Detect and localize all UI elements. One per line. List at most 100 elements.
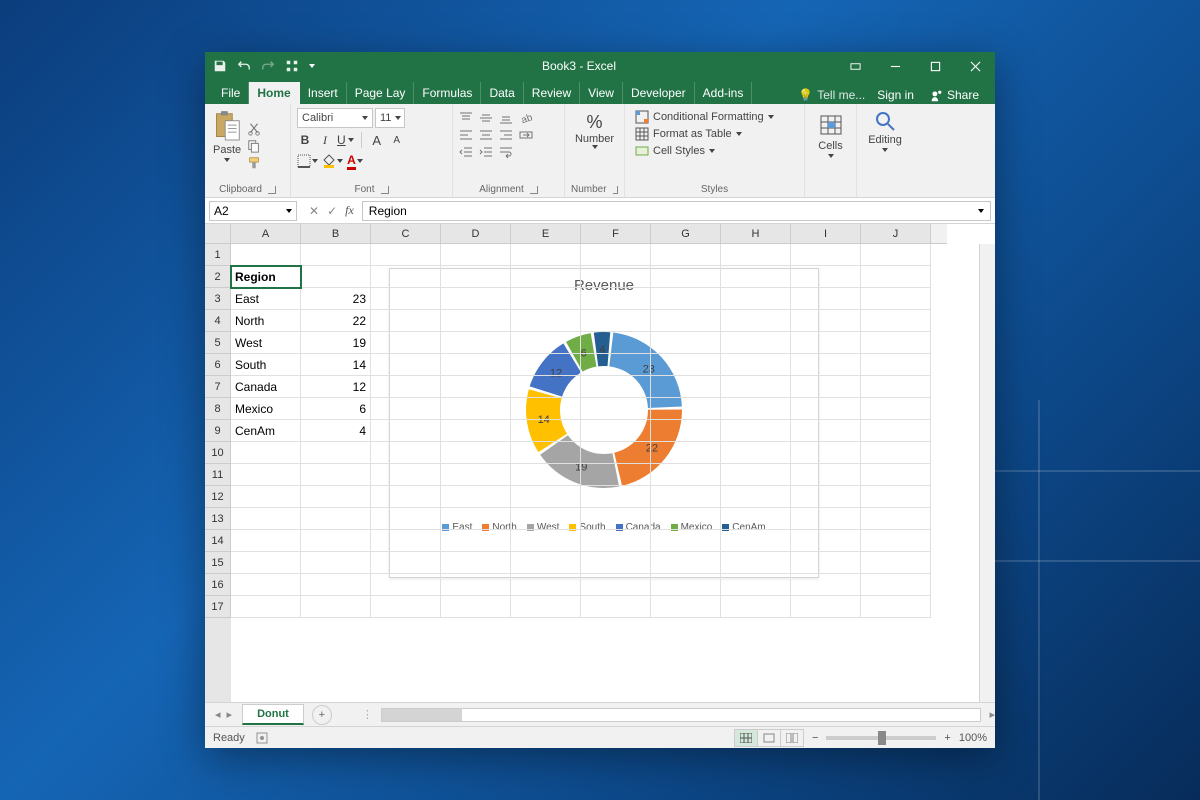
cell[interactable] <box>651 574 721 596</box>
cell[interactable] <box>581 508 651 530</box>
cell[interactable] <box>371 288 441 310</box>
cell[interactable] <box>511 486 581 508</box>
cell[interactable] <box>441 354 511 376</box>
cell[interactable] <box>791 332 861 354</box>
cell[interactable] <box>651 508 721 530</box>
minimize-button[interactable] <box>875 52 915 80</box>
cell[interactable] <box>441 310 511 332</box>
cell[interactable] <box>371 376 441 398</box>
cell[interactable] <box>581 464 651 486</box>
close-button[interactable] <box>955 52 995 80</box>
align-right-icon[interactable] <box>499 128 513 142</box>
tab-view[interactable]: View <box>580 82 623 104</box>
tab-data[interactable]: Data <box>481 82 523 104</box>
tab-file[interactable]: File <box>213 82 249 104</box>
cell[interactable] <box>441 398 511 420</box>
cell[interactable] <box>301 574 371 596</box>
cell[interactable] <box>581 574 651 596</box>
cell[interactable]: Mexico <box>231 398 301 420</box>
cell[interactable] <box>721 266 791 288</box>
cell[interactable] <box>861 552 931 574</box>
column-header[interactable]: F <box>581 224 651 244</box>
cell[interactable] <box>301 530 371 552</box>
cell[interactable] <box>301 442 371 464</box>
column-header[interactable]: G <box>651 224 721 244</box>
row-header[interactable]: 11 <box>205 464 231 486</box>
cell[interactable] <box>791 464 861 486</box>
ribbon-display-options[interactable] <box>835 52 875 80</box>
cell[interactable] <box>581 354 651 376</box>
view-page-break-button[interactable] <box>780 729 804 747</box>
cell[interactable]: South <box>231 354 301 376</box>
redo-icon[interactable] <box>261 59 275 73</box>
cell[interactable] <box>861 442 931 464</box>
cell[interactable] <box>581 596 651 618</box>
cell[interactable] <box>231 552 301 574</box>
font-size-select[interactable]: 11 <box>375 108 405 128</box>
cell[interactable] <box>651 420 721 442</box>
cell[interactable] <box>441 508 511 530</box>
cell[interactable] <box>861 420 931 442</box>
cell[interactable] <box>861 508 931 530</box>
cell[interactable] <box>231 486 301 508</box>
increase-indent-icon[interactable] <box>479 145 493 159</box>
cell[interactable] <box>301 486 371 508</box>
copy-icon[interactable] <box>247 139 261 153</box>
cell[interactable] <box>861 596 931 618</box>
macro-record-icon[interactable] <box>255 731 269 745</box>
cell[interactable]: 4 <box>301 420 371 442</box>
cell[interactable] <box>441 552 511 574</box>
cell[interactable] <box>651 310 721 332</box>
row-header[interactable]: 13 <box>205 508 231 530</box>
format-as-table-button[interactable]: Format as Table <box>635 127 794 141</box>
cell[interactable]: Region <box>231 266 301 288</box>
cell[interactable] <box>441 266 511 288</box>
cell[interactable] <box>721 244 791 266</box>
cell[interactable] <box>721 398 791 420</box>
align-left-icon[interactable] <box>459 128 473 142</box>
bold-button[interactable]: B <box>297 131 313 149</box>
number-launcher-icon[interactable] <box>613 186 618 194</box>
cell[interactable] <box>371 596 441 618</box>
cell[interactable] <box>371 530 441 552</box>
cell[interactable] <box>231 574 301 596</box>
cut-icon[interactable] <box>247 122 261 136</box>
cell[interactable] <box>721 508 791 530</box>
cell[interactable] <box>651 552 721 574</box>
cell[interactable] <box>301 552 371 574</box>
row-header[interactable]: 7 <box>205 376 231 398</box>
cell[interactable] <box>651 354 721 376</box>
cell[interactable] <box>721 486 791 508</box>
column-header[interactable]: D <box>441 224 511 244</box>
cell[interactable] <box>511 464 581 486</box>
cell[interactable] <box>721 442 791 464</box>
enter-formula-icon[interactable]: ✓ <box>327 204 337 218</box>
cell[interactable] <box>511 420 581 442</box>
cell[interactable]: 6 <box>301 398 371 420</box>
maximize-button[interactable] <box>915 52 955 80</box>
cell[interactable] <box>581 310 651 332</box>
alignment-launcher-icon[interactable] <box>530 186 538 194</box>
cell[interactable]: East <box>231 288 301 310</box>
name-box[interactable]: A2 <box>209 201 297 221</box>
cell[interactable] <box>721 464 791 486</box>
cell[interactable] <box>441 596 511 618</box>
formula-input[interactable]: Region <box>362 201 991 221</box>
cell[interactable] <box>651 398 721 420</box>
cell[interactable] <box>581 266 651 288</box>
cell[interactable] <box>791 398 861 420</box>
column-header[interactable]: H <box>721 224 791 244</box>
cell[interactable] <box>861 354 931 376</box>
sign-in-link[interactable]: Sign in <box>877 88 914 102</box>
wrap-text-icon[interactable] <box>499 145 513 159</box>
cell[interactable] <box>791 354 861 376</box>
font-launcher-icon[interactable] <box>381 186 389 194</box>
cell[interactable] <box>371 244 441 266</box>
column-header[interactable]: E <box>511 224 581 244</box>
row-header[interactable]: 16 <box>205 574 231 596</box>
cell[interactable] <box>791 376 861 398</box>
cell[interactable] <box>441 376 511 398</box>
column-header[interactable]: I <box>791 224 861 244</box>
qat-dropdown-icon[interactable] <box>309 64 315 68</box>
cell[interactable] <box>581 398 651 420</box>
